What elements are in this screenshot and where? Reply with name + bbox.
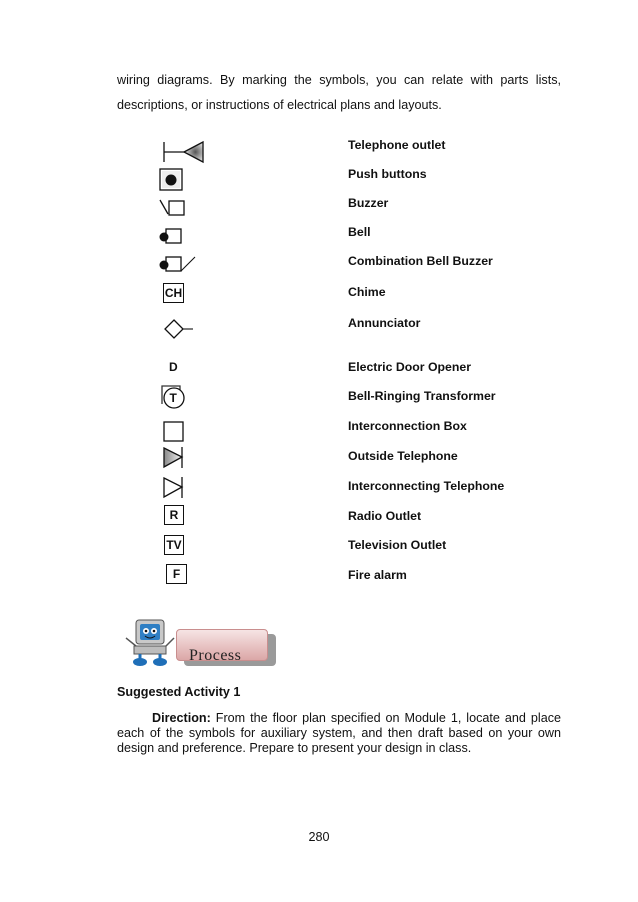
symbol-label: Push buttons <box>348 167 427 181</box>
computer-mascot-icon <box>125 619 175 666</box>
symbol-label: Interconnecting Telephone <box>348 479 505 493</box>
page-number: 280 <box>308 830 330 844</box>
transformer-glyph: T <box>170 391 178 405</box>
intro-paragraph-line-1: wiring diagrams. By marking the symbols,… <box>117 73 561 87</box>
activity-direction: Direction: From the floor plan specified… <box>117 711 561 756</box>
symbol-label: Bell <box>348 225 371 239</box>
fire-alarm-icon: F <box>166 564 187 584</box>
symbol-label: Outside Telephone <box>348 449 458 463</box>
outside-telephone-icon <box>163 446 184 469</box>
process-banner-label: Process <box>189 647 242 661</box>
telephone-outlet-icon <box>163 140 204 164</box>
interconnection-box-icon <box>163 421 184 442</box>
symbol-label: Interconnection Box <box>348 419 467 433</box>
bell-ringing-transformer-icon: T <box>161 385 185 409</box>
symbol-label: Buzzer <box>348 196 389 210</box>
intro-paragraph-line-2: descriptions, or instructions of electri… <box>117 98 442 112</box>
annunciator-icon <box>164 319 193 339</box>
combination-bell-buzzer-icon <box>159 256 196 272</box>
electric-door-opener-icon: D <box>169 360 178 374</box>
television-outlet-icon: TV <box>164 535 184 555</box>
process-banner-box: Process <box>176 629 268 661</box>
process-banner: Process <box>122 616 282 672</box>
symbol-label: Radio Outlet <box>348 509 422 523</box>
symbol-label: Television Outlet <box>348 538 447 552</box>
push-button-icon <box>159 168 183 191</box>
chime-icon: CH <box>163 283 184 303</box>
symbol-label: Electric Door Opener <box>348 360 472 374</box>
symbol-label: Chime <box>348 285 386 299</box>
symbol-label: Fire alarm <box>348 568 407 582</box>
interconnecting-telephone-icon <box>163 476 184 499</box>
symbol-label: Telephone outlet <box>348 138 446 152</box>
symbol-label: Annunciator <box>348 316 421 330</box>
bell-icon <box>159 228 182 244</box>
activity-heading: Suggested Activity 1 <box>117 685 241 699</box>
radio-outlet-icon: R <box>164 505 184 525</box>
buzzer-icon <box>159 199 185 216</box>
direction-lead: Direction: <box>152 711 211 725</box>
symbol-label: Combination Bell Buzzer <box>348 254 493 268</box>
symbol-label: Bell-Ringing Transformer <box>348 389 496 403</box>
